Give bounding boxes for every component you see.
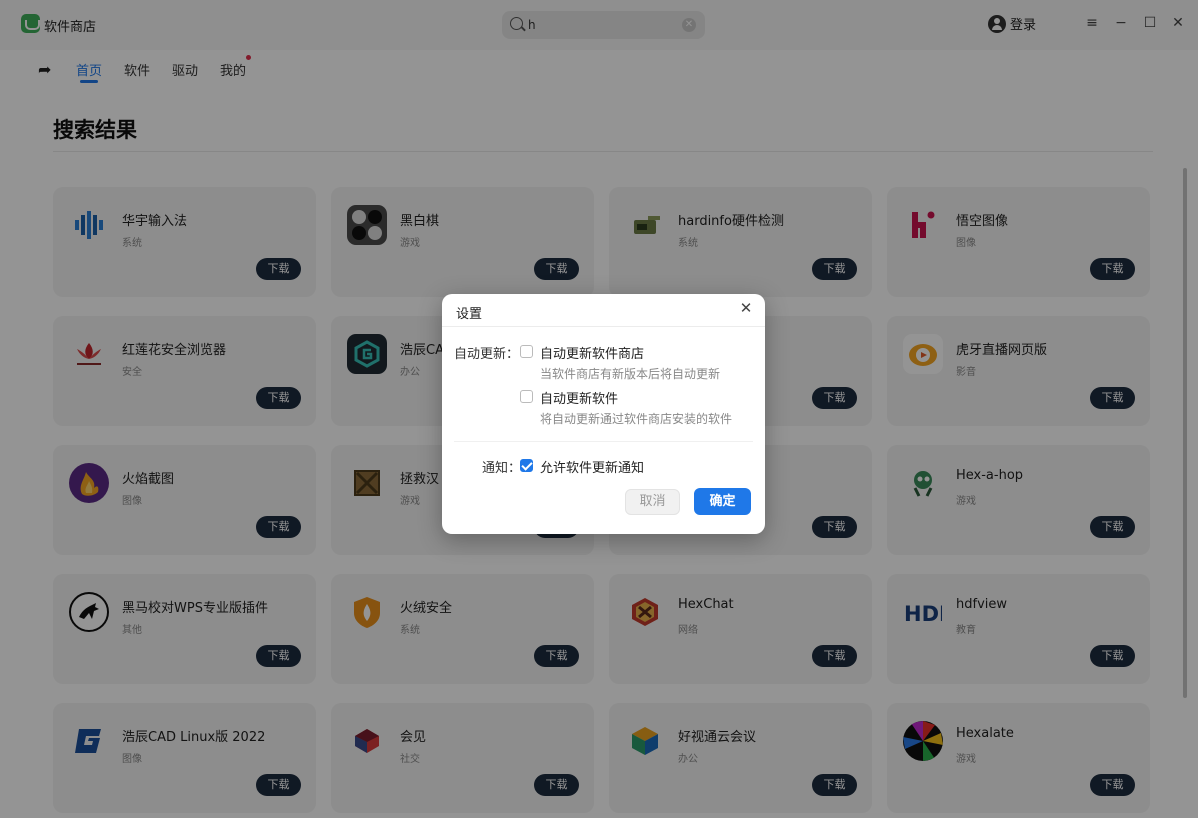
- auto-update-apps-checkbox[interactable]: [520, 390, 533, 403]
- auto-update-store-checkbox[interactable]: [520, 345, 533, 358]
- auto-update-store-label[interactable]: 自动更新软件商店: [540, 343, 644, 362]
- auto-update-store-hint: 当软件商店有新版本后将自动更新: [540, 367, 721, 381]
- notify-label: 通知：: [482, 461, 522, 476]
- settings-dialog: 设置 ✕ 自动更新： 自动更新软件商店 当软件商店有新版本后将自动更新 自动更新…: [442, 294, 765, 534]
- notify-option-label[interactable]: 允许软件更新通知: [540, 457, 644, 476]
- auto-update-label: 自动更新：: [454, 347, 520, 362]
- cancel-button[interactable]: 取消: [625, 489, 680, 515]
- notify-checkbox[interactable]: [520, 459, 533, 472]
- close-icon[interactable]: ✕: [737, 299, 755, 317]
- divider: [454, 441, 753, 442]
- confirm-button[interactable]: 确定: [694, 488, 751, 515]
- auto-update-apps-label[interactable]: 自动更新软件: [540, 388, 618, 407]
- divider: [442, 326, 765, 327]
- auto-update-apps-hint: 将自动更新通过软件商店安装的软件: [540, 412, 733, 426]
- dialog-title: 设置: [456, 307, 483, 322]
